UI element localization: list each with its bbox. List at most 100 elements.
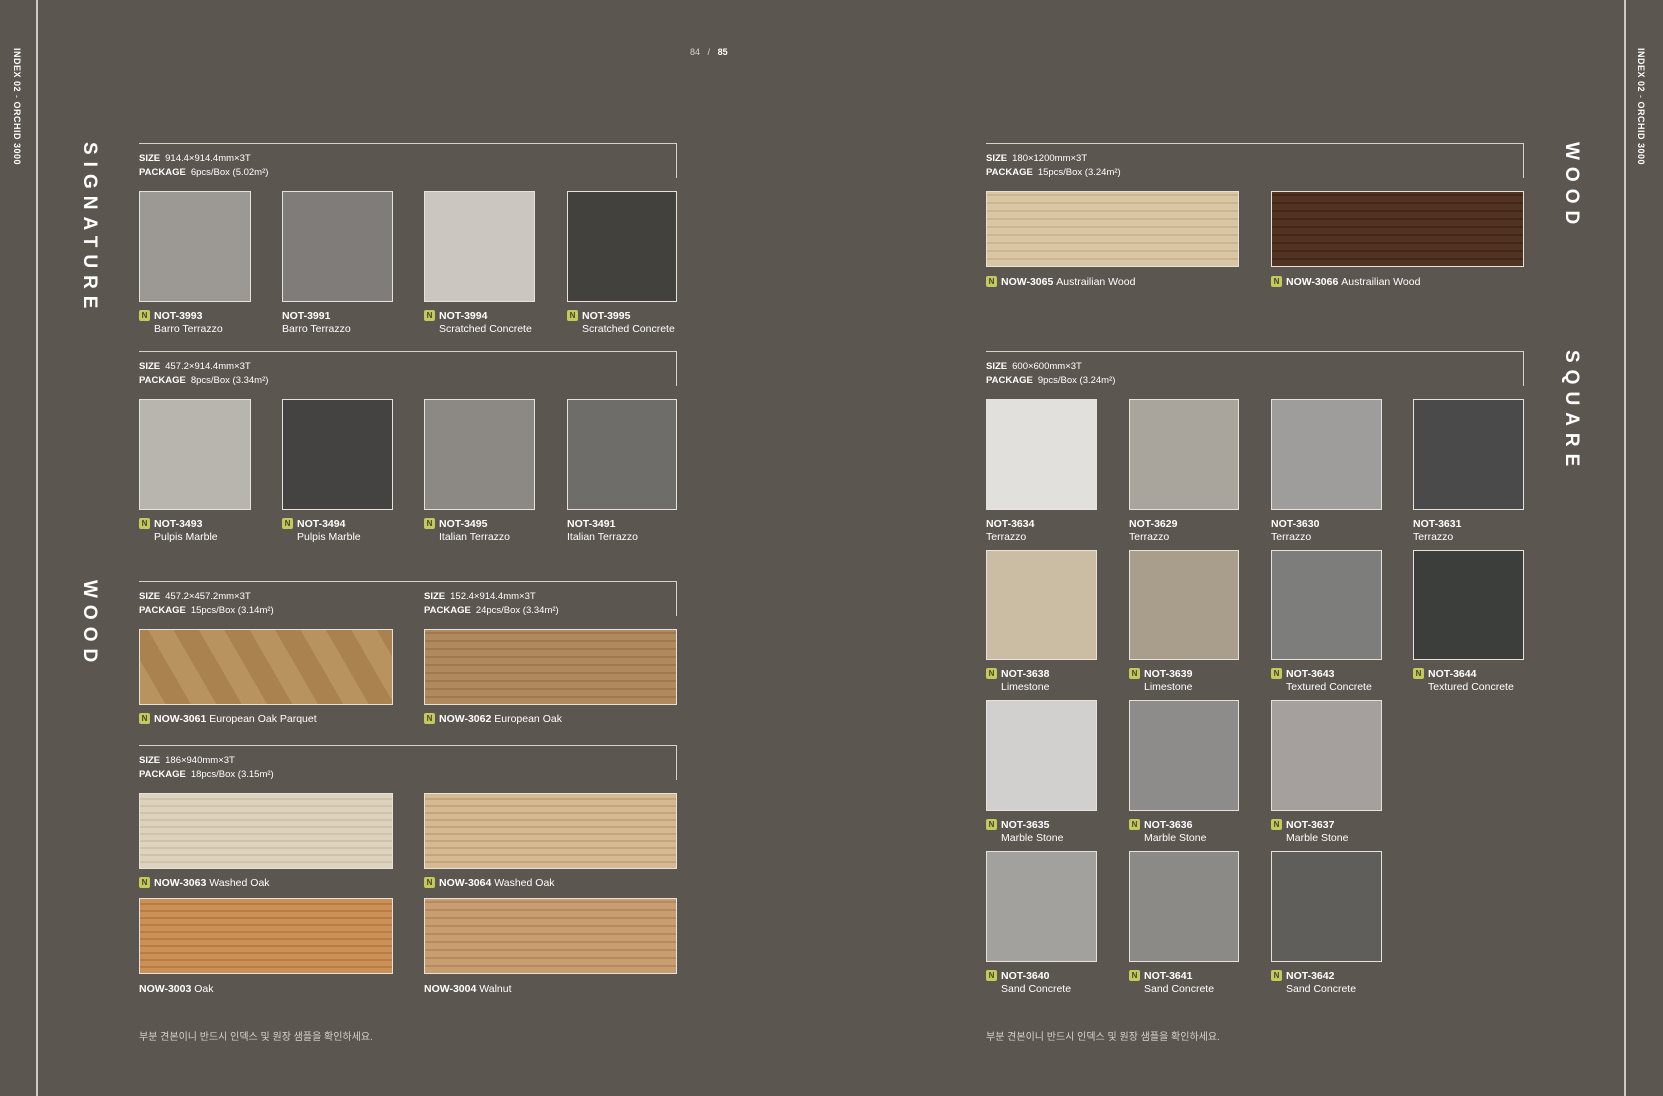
spec-block: SIZE 457.2×457.2mm×3T PACKAGE 15pcs/Box (3… [139, 591, 274, 616]
spec-block: SIZE 914.4×914.4mm×3T PACKAGE 6pcs/Box (5.… [139, 153, 269, 178]
spec-block: SIZE 457.2×914.4mm×3T PACKAGE 8pcs/Box (3.… [139, 361, 269, 386]
new-badge: N [1271, 819, 1282, 830]
swatch-not-3494[interactable] [282, 399, 393, 510]
new-badge: N [1271, 276, 1282, 287]
caption-now-3003: NOW-3003 Oak [139, 983, 214, 995]
swatch-not-3644[interactable] [1413, 550, 1524, 660]
new-badge: N [424, 713, 435, 724]
caption-not-3631: NOT-3631 Terrazzo [1413, 518, 1462, 543]
caption-not-3494: N NOT-3494 Pulpis Marble [282, 518, 361, 544]
new-badge: N [986, 819, 997, 830]
new-badge: N [139, 713, 150, 724]
new-badge: N [986, 668, 997, 679]
new-badge: N [1129, 819, 1140, 830]
new-badge: N [986, 276, 997, 287]
swatch-now-3062[interactable] [424, 629, 677, 705]
caption-not-3643: N NOT-3643 Textured Concrete [1271, 668, 1372, 694]
new-badge: N [567, 310, 578, 321]
caption-not-3995: N NOT-3995 Scratched Concrete [567, 310, 675, 336]
index-label-right: INDEX 02 - ORCHID 3000 [1636, 48, 1646, 166]
caption-not-3495: N NOT-3495 Italian Terrazzo [424, 518, 510, 544]
caption-not-3994: N NOT-3994 Scratched Concrete [424, 310, 532, 336]
new-badge: N [1129, 970, 1140, 981]
new-badge: N [1413, 668, 1424, 679]
swatch-now-3064[interactable] [424, 793, 677, 869]
new-badge: N [139, 518, 150, 529]
swatch-not-3629[interactable] [1129, 399, 1239, 510]
caption-not-3493: N NOT-3493 Pulpis Marble [139, 518, 218, 544]
section-title-wood-left: WOOD [79, 580, 100, 670]
swatch-now-3003[interactable] [139, 898, 393, 974]
swatch-now-3061[interactable] [139, 629, 393, 705]
caption-not-3640: N NOT-3640 Sand Concrete [986, 970, 1071, 996]
disclaimer-left: 부분 견본이니 반드시 인덱스 및 원장 샘플을 확인하세요. [139, 1032, 373, 1043]
swatch-not-3643[interactable] [1271, 550, 1382, 660]
spec-block: SIZE 600×600mm×3T PACKAGE 9pcs/Box (3.24m²… [986, 361, 1116, 386]
caption-not-3637: N NOT-3637 Marble Stone [1271, 819, 1348, 845]
swatch-now-3065[interactable] [986, 191, 1239, 267]
swatch-not-3491[interactable] [567, 399, 677, 510]
new-badge: N [424, 518, 435, 529]
swatch-not-3630[interactable] [1271, 399, 1382, 510]
caption-now-3064: N NOW-3064 Washed Oak [424, 877, 555, 890]
swatch-not-3638[interactable] [986, 550, 1097, 660]
caption-not-3642: N NOT-3642 Sand Concrete [1271, 970, 1356, 996]
new-badge: N [282, 518, 293, 529]
new-badge: N [1271, 668, 1282, 679]
caption-not-3639: N NOT-3639 Limestone [1129, 668, 1192, 694]
caption-now-3061: N NOW-3061 European Oak Parquet [139, 713, 317, 726]
swatch-not-3637[interactable] [1271, 700, 1382, 811]
index-label-left: INDEX 02 - ORCHID 3000 [12, 48, 22, 166]
caption-not-3629: NOT-3629 Terrazzo [1129, 518, 1178, 543]
swatch-not-3493[interactable] [139, 399, 251, 510]
new-badge: N [139, 310, 150, 321]
caption-now-3066: N NOW-3066 Austrailian Wood [1271, 276, 1420, 289]
new-badge: N [139, 877, 150, 888]
swatch-not-3640[interactable] [986, 851, 1097, 962]
section-title-signature: SIGNATURE [79, 142, 100, 316]
new-badge: N [1129, 668, 1140, 679]
caption-not-3644: N NOT-3644 Textured Concrete [1413, 668, 1514, 694]
swatch-not-3642[interactable] [1271, 851, 1382, 962]
swatch-now-3004[interactable] [424, 898, 677, 974]
caption-now-3062: N NOW-3062 European Oak [424, 713, 562, 726]
swatch-now-3063[interactable] [139, 793, 393, 869]
section-title-square: SQUARE [1561, 350, 1582, 474]
spec-block: SIZE 152.4×914.4mm×3T PACKAGE 24pcs/Box (3… [424, 591, 559, 616]
caption-not-3991: NOT-3991 Barro Terrazzo [282, 310, 351, 335]
caption-not-3641: N NOT-3641 Sand Concrete [1129, 970, 1214, 996]
caption-not-3638: N NOT-3638 Limestone [986, 668, 1049, 694]
swatch-not-3631[interactable] [1413, 399, 1524, 510]
caption-not-3635: N NOT-3635 Marble Stone [986, 819, 1063, 845]
caption-now-3004: NOW-3004 Walnut [424, 983, 512, 995]
caption-not-3630: NOT-3630 Terrazzo [1271, 518, 1320, 543]
left-page-edge [36, 0, 38, 1096]
new-badge: N [424, 310, 435, 321]
swatch-not-3641[interactable] [1129, 851, 1239, 962]
swatch-now-3066[interactable] [1271, 191, 1524, 267]
new-badge: N [986, 970, 997, 981]
swatch-not-3495[interactable] [424, 399, 535, 510]
swatch-not-3635[interactable] [986, 700, 1097, 811]
swatch-not-3639[interactable] [1129, 550, 1239, 660]
page-number: 84 / 85 [690, 47, 728, 57]
caption-now-3065: N NOW-3065 Austrailian Wood [986, 276, 1135, 289]
swatch-not-3634[interactable] [986, 399, 1097, 510]
right-page-edge [1624, 0, 1626, 1096]
caption-not-3634: NOT-3634 Terrazzo [986, 518, 1035, 543]
caption-not-3491: NOT-3491 Italian Terrazzo [567, 518, 639, 543]
swatch-not-3636[interactable] [1129, 700, 1239, 811]
section-title-wood-right: WOOD [1561, 142, 1582, 232]
spec-block: SIZE 186×940mm×3T PACKAGE 18pcs/Box (3.15m… [139, 755, 274, 780]
swatch-not-3995[interactable] [567, 191, 677, 302]
caption-not-3636: N NOT-3636 Marble Stone [1129, 819, 1206, 845]
new-badge: N [424, 877, 435, 888]
swatch-not-3991[interactable] [282, 191, 393, 302]
new-badge: N [1271, 970, 1282, 981]
caption-not-3993: N NOT-3993 Barro Terrazzo [139, 310, 223, 336]
swatch-not-3994[interactable] [424, 191, 535, 302]
swatch-not-3993[interactable] [139, 191, 251, 302]
disclaimer-right: 부분 견본이니 반드시 인덱스 및 원장 샘플을 확인하세요. [986, 1032, 1220, 1043]
spec-block: SIZE 180×1200mm×3T PACKAGE 15pcs/Box (3.24… [986, 153, 1121, 178]
caption-now-3063: N NOW-3063 Washed Oak [139, 877, 270, 890]
